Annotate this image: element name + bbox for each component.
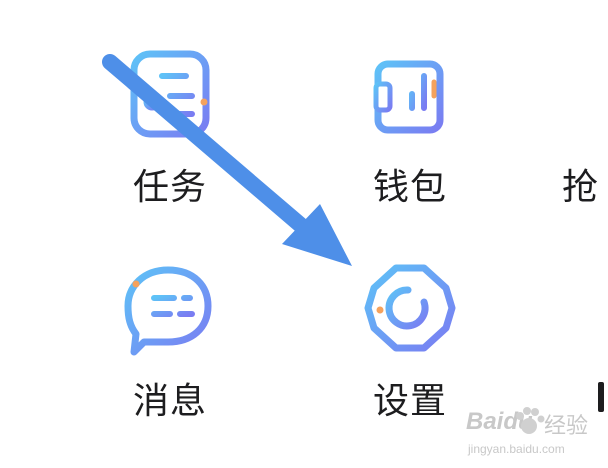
paw-icon — [516, 407, 545, 434]
grid-item-label: 设置 — [372, 381, 447, 422]
message-icon — [100, 262, 240, 362]
grid-item-messages[interactable]: 消息 — [100, 262, 240, 432]
grid-item-settings[interactable]: 设置 — [340, 262, 480, 432]
watermark-url: jingyan.baidu.com — [468, 442, 565, 456]
grid-item-label: 钱包 — [372, 167, 447, 208]
task-icon — [100, 48, 240, 148]
settings-icon — [340, 262, 480, 362]
grid-item-partial-label[interactable]: 抢 — [562, 158, 598, 210]
watermark: Baidu 经验 jingyan.baidu.com — [466, 404, 606, 464]
watermark-cn: 经验 — [544, 413, 589, 438]
wallet-icon — [340, 48, 480, 148]
grid-item-tasks[interactable]: 任务 — [100, 48, 240, 218]
grid-item-label: 消息 — [132, 381, 207, 422]
grid-item-label: 任务 — [132, 167, 207, 208]
annotation-arrow — [102, 54, 352, 266]
grid-item-wallet[interactable]: 钱包 — [340, 48, 480, 218]
